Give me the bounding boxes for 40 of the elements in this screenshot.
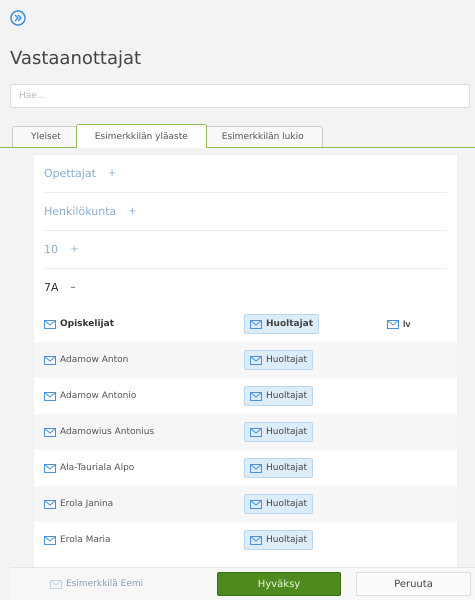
recipient-name[interactable]: Adamow Anton [44,355,244,365]
envelope-icon [250,500,262,508]
recipient-name[interactable]: Erola Janina [44,499,244,509]
envelope-icon [44,356,56,364]
envelope-icon [44,320,56,328]
tab[interactable]: Esimerkkilän yläaste [76,124,207,148]
forward-icon[interactable] [10,10,26,26]
guardians-button[interactable]: Huoltajat [244,386,314,406]
guardians-button[interactable]: Huoltajat [244,314,320,334]
recipient-name[interactable]: Opiskelijat [44,319,244,329]
cancel-button[interactable]: Peruuta [356,572,471,596]
envelope-icon [250,428,262,436]
envelope-icon [50,580,62,588]
envelope-icon [44,500,56,508]
recipient-name: Esimerkkilä Eemi [50,579,217,589]
guardians-button[interactable]: Huoltajat [244,458,314,478]
guardians-button[interactable]: Huoltajat [244,422,314,442]
toggle-icon[interactable]: – [70,282,76,293]
recipient-name[interactable]: Ala-Tauriala Alpo [44,463,244,473]
accept-button[interactable]: Hyväksy [217,572,341,596]
envelope-icon [250,392,262,400]
envelope-icon [250,464,262,472]
envelope-icon [44,464,56,472]
envelope-icon [250,356,262,364]
teacher-link[interactable]: lv [387,319,411,329]
group-label[interactable]: 7A [44,281,59,294]
envelope-icon [44,428,56,436]
guardians-button[interactable]: Huoltajat [244,530,314,550]
dialog-title: Vastaanottajat [10,48,142,69]
guardians-button[interactable]: Huoltajat [244,350,314,370]
envelope-icon [250,536,262,544]
recipient-name[interactable]: Erola Maria [44,535,244,545]
envelope-icon [250,320,262,328]
guardians-button[interactable]: Huoltajat [244,494,314,514]
envelope-icon [44,536,56,544]
search-field[interactable]: Hae... [10,84,470,108]
recipient-name[interactable]: Adamow Antonio [44,391,244,401]
envelope-icon [44,392,56,400]
recipient-name[interactable]: Adamowius Antonius [44,427,244,437]
envelope-icon [387,320,400,328]
